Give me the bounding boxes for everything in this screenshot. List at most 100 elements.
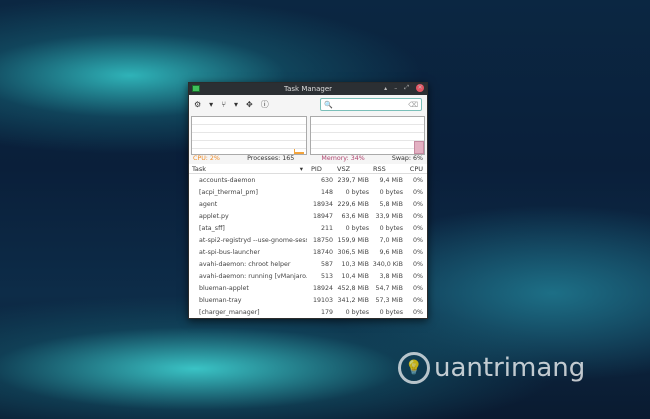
cell-task: at-spi2-registryd --use-gnome-sessi...: [199, 236, 307, 244]
cell-rss: 0 bytes: [379, 224, 403, 232]
task-manager-window: Task Manager ▴ – ⤢ ✕ ⚙ ▾ ⑂ ▾ ✥ ⓘ 🔍 ⌫ CPU…: [188, 82, 428, 319]
cell-vsz: 341,2 MiB: [337, 296, 369, 304]
table-row[interactable]: at-spi-bus-launcher 18740 306,5 MiB 9,6 MiB…: [189, 246, 427, 258]
toolbar: ⚙ ▾ ⑂ ▾ ✥ ⓘ 🔍 ⌫: [189, 95, 427, 114]
cell-vsz: 0 bytes: [345, 188, 369, 196]
table-row[interactable]: applet.py 18947 63,6 MiB 33,9 MiB 0%: [189, 210, 427, 222]
app-icon: [192, 85, 200, 92]
cell-vsz: 0 bytes: [345, 308, 369, 316]
settings-dropdown-icon[interactable]: ▾: [209, 100, 213, 109]
cell-cpu: 0%: [413, 212, 423, 220]
column-vsz[interactable]: VSZ: [333, 165, 369, 173]
cell-cpu: 0%: [413, 284, 423, 292]
cell-rss: 340,0 KiB: [372, 260, 403, 268]
table-row[interactable]: blueman-applet 18924 452,8 MiB 54,7 MiB 0%: [189, 282, 427, 294]
cell-task: [ata_sff]: [199, 224, 225, 232]
cell-vsz: 159,9 MiB: [337, 236, 369, 244]
cpu-graph: [191, 116, 307, 155]
close-button[interactable]: ✕: [416, 84, 424, 92]
cell-vsz: 306,5 MiB: [337, 248, 369, 256]
cell-rss: 33,9 MiB: [375, 212, 403, 220]
cell-task: at-spi-bus-launcher: [199, 248, 260, 256]
cell-cpu: 0%: [413, 308, 423, 316]
cell-pid: 18947: [312, 212, 333, 220]
search-icon: 🔍: [324, 100, 333, 109]
cell-pid: 179: [320, 308, 333, 316]
title-bar[interactable]: Task Manager ▴ – ⤢ ✕: [189, 83, 427, 95]
cell-pid: 18740: [312, 248, 333, 256]
table-row[interactable]: agent 18934 229,6 MiB 5,8 MiB 0%: [189, 198, 427, 210]
cell-vsz: 63,6 MiB: [341, 212, 369, 220]
cell-cpu: 0%: [413, 200, 423, 208]
cell-rss: 0 bytes: [379, 308, 403, 316]
cell-cpu: 0%: [413, 188, 423, 196]
table-row[interactable]: accounts-daemon 630 239,7 MiB 9,4 MiB 0%: [189, 174, 427, 186]
cell-pid: 630: [320, 176, 333, 184]
cell-task: blueman-applet: [199, 284, 249, 292]
cpu-usage-line: [293, 149, 304, 154]
table-row[interactable]: at-spi2-registryd --use-gnome-sessi... 18…: [189, 234, 427, 246]
table-row[interactable]: [acpi_thermal_pm] 148 0 bytes 0 bytes 0%: [189, 186, 427, 198]
clear-search-icon[interactable]: ⌫: [408, 101, 418, 109]
cell-pid: 513: [320, 272, 333, 280]
maximize-button[interactable]: ⤢: [404, 84, 409, 92]
shade-button[interactable]: ▴: [384, 85, 387, 92]
cell-task: avahi-daemon: chroot helper: [199, 260, 291, 268]
cell-vsz: 0 bytes: [345, 224, 369, 232]
cell-rss: 9,6 MiB: [379, 248, 403, 256]
memory-status: Memory: 34%: [321, 155, 365, 162]
cell-task: [acpi_thermal_pm]: [199, 188, 258, 196]
cell-task: applet.py: [199, 212, 229, 220]
cell-pid: 18934: [312, 200, 333, 208]
cell-task: [charger_manager]: [199, 308, 260, 316]
cell-pid: 18924: [312, 284, 333, 292]
cell-task: avahi-daemon: running [vManjaro.l...: [199, 272, 307, 280]
cell-task: blueman-tray: [199, 296, 242, 304]
processes-status: Processes: 165: [247, 155, 295, 162]
cell-task: agent: [199, 200, 218, 208]
cell-pid: 587: [320, 260, 333, 268]
cell-pid: 18750: [312, 236, 333, 244]
cell-cpu: 0%: [413, 260, 423, 268]
cell-cpu: 0%: [413, 224, 423, 232]
column-task[interactable]: Task ▾: [189, 165, 307, 173]
table-header: Task ▾ PID VSZ RSS CPU: [189, 164, 427, 174]
about-info-icon[interactable]: ⓘ: [261, 99, 269, 110]
cell-rss: 3,8 MiB: [379, 272, 403, 280]
table-row[interactable]: [ata_sff] 211 0 bytes 0 bytes 0%: [189, 222, 427, 234]
cpu-status: CPU: 2%: [193, 155, 220, 162]
cell-rss: 7,0 MiB: [379, 236, 403, 244]
cell-cpu: 0%: [413, 176, 423, 184]
crosshair-select-window-icon[interactable]: ✥: [246, 100, 253, 109]
cell-pid: 211: [320, 224, 333, 232]
cell-rss: 9,4 MiB: [379, 176, 403, 184]
minimize-button[interactable]: –: [394, 85, 397, 92]
cell-rss: 54,7 MiB: [375, 284, 403, 292]
search-input[interactable]: 🔍 ⌫: [320, 98, 422, 111]
process-list: accounts-daemon 630 239,7 MiB 9,4 MiB 0% [acp…: [189, 174, 427, 318]
status-bar: CPU: 2% Processes: 165 Memory: 34% Swap:…: [189, 155, 427, 164]
cell-pid: 148: [320, 188, 333, 196]
cell-vsz: 239,7 MiB: [337, 176, 369, 184]
view-dropdown-icon[interactable]: ▾: [234, 100, 238, 109]
table-row[interactable]: avahi-daemon: chroot helper 587 10,3 MiB 34…: [189, 258, 427, 270]
cell-vsz: 10,3 MiB: [341, 260, 369, 268]
cell-pid: 19103: [312, 296, 333, 304]
column-pid[interactable]: PID: [307, 165, 333, 173]
bulb-icon: 💡: [398, 352, 430, 384]
column-cpu[interactable]: CPU: [403, 165, 425, 173]
table-row[interactable]: avahi-daemon: running [vManjaro.l... 513 1…: [189, 270, 427, 282]
settings-gear-icon[interactable]: ⚙: [194, 100, 201, 109]
cell-cpu: 0%: [413, 236, 423, 244]
table-row[interactable]: blueman-tray 19103 341,2 MiB 57,3 MiB 0%: [189, 294, 427, 306]
cell-vsz: 452,8 MiB: [337, 284, 369, 292]
process-tree-icon[interactable]: ⑂: [221, 100, 226, 109]
cell-rss: 0 bytes: [379, 188, 403, 196]
column-rss[interactable]: RSS: [369, 165, 403, 173]
cell-cpu: 0%: [413, 272, 423, 280]
table-row[interactable]: [charger_manager] 179 0 bytes 0 bytes 0%: [189, 306, 427, 318]
window-title: Task Manager: [283, 85, 332, 93]
cell-task: accounts-daemon: [199, 176, 256, 184]
cell-vsz: 229,6 MiB: [337, 200, 369, 208]
cell-rss: 57,3 MiB: [375, 296, 403, 304]
